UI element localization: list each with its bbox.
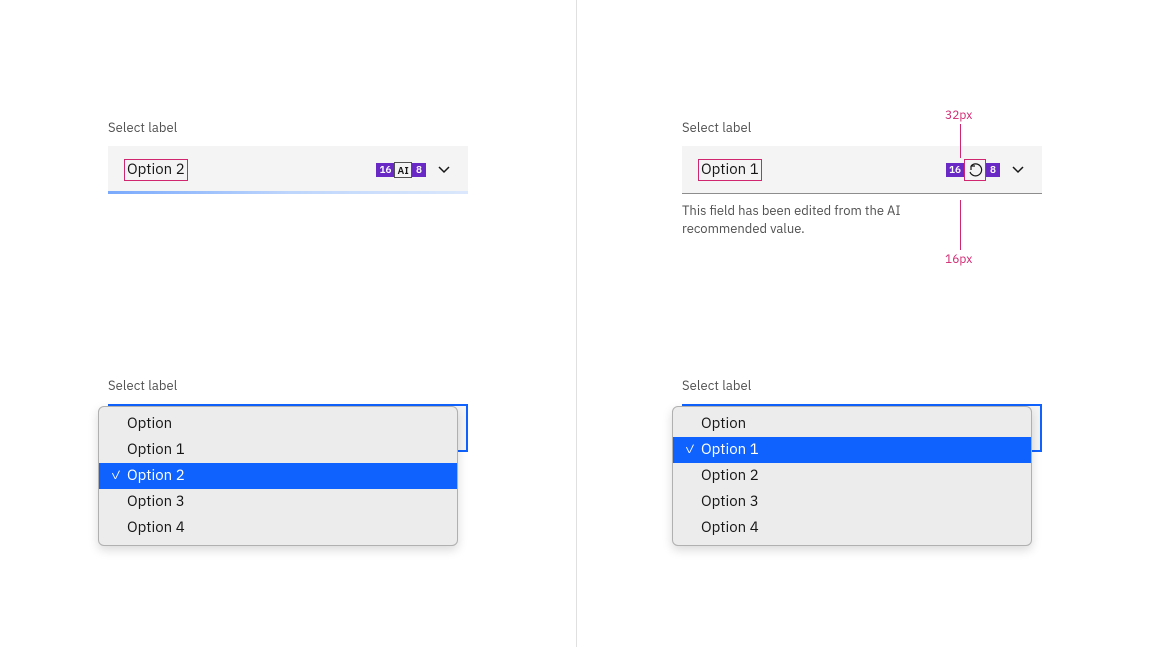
- dimension-32px: 32px: [945, 108, 972, 123]
- dimension-16px: 16px: [945, 252, 972, 267]
- ai-gradient-indicator: [108, 191, 468, 194]
- menu-item-label: Option 1: [127, 439, 185, 461]
- menu-item[interactable]: Option 2: [673, 463, 1031, 489]
- chevron-down-icon[interactable]: [436, 162, 452, 178]
- menu-item[interactable]: Option: [673, 411, 1031, 437]
- select-field-open[interactable]: Option ✓Option 1 Option 2 Option 3 Optio…: [682, 404, 1042, 452]
- dimension-line-16px: [960, 200, 961, 250]
- menu-item-label: Option 4: [127, 517, 185, 539]
- menu-item-selected[interactable]: ✓Option 1: [673, 437, 1031, 463]
- menu-item[interactable]: Option 4: [673, 515, 1031, 541]
- dropdown-menu: Option ✓Option 1 Option 2 Option 3 Optio…: [672, 406, 1032, 546]
- menu-item-label: Option 1: [701, 439, 759, 461]
- menu-item-selected[interactable]: ✓Option 2: [99, 463, 457, 489]
- panel-bottom-right: Select label Option ✓Option 1 Option 2 O…: [682, 377, 1042, 452]
- select-field[interactable]: Option 2 16 AI 8: [108, 146, 468, 194]
- select-bottom-border: [682, 193, 1042, 194]
- spec-badge-8: 8: [412, 163, 426, 177]
- dropdown-menu: Option Option 1 ✓Option 2 Option 3 Optio…: [98, 406, 458, 546]
- menu-item[interactable]: Option: [99, 411, 457, 437]
- select-label: Select label: [682, 119, 1042, 136]
- menu-item-label: Option 4: [701, 517, 759, 539]
- menu-item-label: Option: [127, 413, 172, 435]
- select-value: Option 2: [124, 159, 376, 181]
- helper-text: This field has been edited from the AI r…: [682, 202, 972, 238]
- spec-badge-16: 16: [376, 163, 394, 177]
- menu-item[interactable]: Option 1: [99, 437, 457, 463]
- select-label: Select label: [108, 119, 468, 136]
- select-field-open[interactable]: Option Option 1 ✓Option 2 Option 3 Optio…: [108, 404, 468, 452]
- select-label: Select label: [108, 377, 468, 394]
- check-icon: ✓: [683, 439, 697, 461]
- menu-item-label: Option 2: [127, 465, 185, 487]
- menu-item[interactable]: Option 3: [673, 489, 1031, 515]
- chevron-down-icon[interactable]: [1010, 162, 1026, 178]
- value-spec-box: Option 1: [698, 159, 762, 181]
- menu-item[interactable]: Option 3: [99, 489, 457, 515]
- dimension-line-32px: [960, 124, 961, 158]
- center-divider: [576, 0, 577, 647]
- panel-top-left: Select label Option 2 16 AI 8: [108, 119, 468, 194]
- panel-bottom-left: Select label Option Option 1 ✓Option 2 O…: [108, 377, 468, 452]
- spec-badge-16: 16: [946, 163, 964, 177]
- select-label: Select label: [682, 377, 1042, 394]
- ai-slug[interactable]: AI: [394, 162, 412, 178]
- menu-item-label: Option 2: [701, 465, 759, 487]
- menu-item-label: Option 3: [701, 491, 759, 513]
- revert-button-spec-box: [964, 159, 986, 181]
- menu-item-label: Option: [701, 413, 746, 435]
- select-field[interactable]: Option 1 16 8: [682, 146, 1042, 194]
- select-value: Option 1: [698, 159, 946, 181]
- panel-top-right: Select label Option 1 16 8 This field ha…: [682, 119, 1042, 238]
- menu-item-label: Option 3: [127, 491, 185, 513]
- check-icon: ✓: [109, 465, 123, 487]
- spec-badge-8: 8: [986, 163, 1000, 177]
- value-spec-box: Option 2: [124, 159, 188, 181]
- revert-icon[interactable]: [967, 162, 983, 178]
- menu-item[interactable]: Option 4: [99, 515, 457, 541]
